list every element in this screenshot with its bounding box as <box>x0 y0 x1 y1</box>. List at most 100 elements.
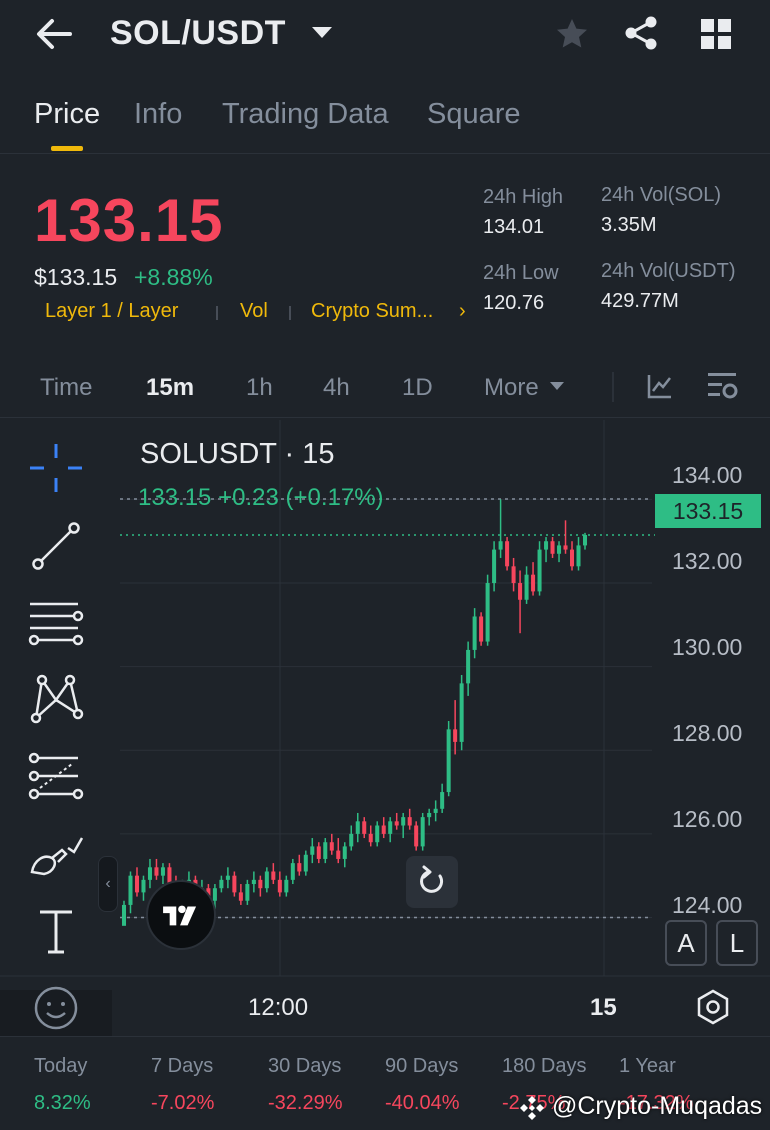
candle-body <box>264 871 269 889</box>
x-tick-label: 12:00 <box>248 994 309 1021</box>
tag-divider <box>289 306 291 320</box>
chart-symbol-title: SOLUSDT · 15 <box>140 438 335 470</box>
pair-dropdown-icon[interactable] <box>312 27 332 38</box>
log-scale-button[interactable]: L <box>716 920 758 966</box>
candle-body <box>251 879 256 885</box>
candle-body <box>336 850 341 859</box>
tag-crypto-summary[interactable]: Crypto Sum... <box>311 300 433 323</box>
share-icon[interactable] <box>622 14 660 52</box>
candle-body <box>134 875 139 893</box>
candle-body <box>576 545 581 567</box>
candle-body <box>531 574 536 592</box>
chart-settings-icon[interactable] <box>706 370 740 402</box>
candle-body <box>121 904 127 926</box>
interval-1d[interactable]: 1D <box>402 374 433 402</box>
fib-retracement-tool-icon[interactable] <box>26 750 86 806</box>
candle-body <box>245 884 250 901</box>
emoji-tool-icon[interactable] <box>26 980 86 1036</box>
candle-body <box>362 821 367 834</box>
perf-30-days: 30 Days -32.29% <box>268 1055 378 1115</box>
tag-divider <box>216 306 218 320</box>
candle-body <box>310 846 315 855</box>
interval-4h[interactable]: 4h <box>323 374 350 402</box>
candle-body <box>498 541 503 550</box>
chart-gear-icon[interactable] <box>694 988 732 1026</box>
perf-today: Today 8.32% <box>34 1055 144 1115</box>
candle-body <box>212 888 217 901</box>
candle-body <box>401 817 406 826</box>
candle-body <box>297 863 302 872</box>
candle-body <box>407 817 412 826</box>
crosshair-tool-icon[interactable] <box>26 440 86 496</box>
tags-more-chevron[interactable]: › <box>459 300 466 323</box>
price-chart[interactable]: SOLUSDT · 15 133.15 +0.23 (+0.17%) 134.0… <box>0 420 770 1036</box>
grid-menu-icon[interactable] <box>700 18 732 50</box>
perf-value: -32.29% <box>268 1092 343 1114</box>
candle-body <box>381 825 386 834</box>
interval-1h[interactable]: 1h <box>246 374 273 402</box>
text-tool-icon[interactable] <box>26 904 86 960</box>
candle-body <box>427 812 432 818</box>
chart-ohlc-legend: 133.15 +0.23 (+0.17%) <box>138 484 384 511</box>
trading-pair-title[interactable]: SOL/USDT <box>110 14 286 53</box>
stat-24h-vol-base-value: 3.35M <box>601 214 657 236</box>
candle-body <box>394 821 399 826</box>
stat-24h-vol-base-label: 24h Vol(SOL) <box>601 184 722 206</box>
candle-body <box>277 879 282 893</box>
candle-body <box>232 875 237 893</box>
candle-body <box>147 867 152 880</box>
binance-logo-icon <box>520 1096 544 1120</box>
tab-info[interactable]: Info <box>134 98 182 131</box>
candle-body <box>303 854 308 872</box>
y-tick-label: 124.00 <box>672 892 743 918</box>
y-tick-label: 128.00 <box>672 720 743 746</box>
candle-body <box>342 846 347 859</box>
trend-line-tool-icon[interactable] <box>26 518 86 574</box>
candle-body <box>238 892 243 901</box>
tradingview-logo-icon[interactable] <box>146 880 216 950</box>
candle-body <box>582 534 588 546</box>
candle-body <box>290 863 295 880</box>
last-price: 133.15 <box>34 187 224 254</box>
candle-body <box>485 583 490 642</box>
auto-scale-button[interactable]: A <box>665 920 707 966</box>
candle-body <box>225 875 230 880</box>
horizontal-lines-tool-icon[interactable] <box>26 596 86 652</box>
indicator-chart-icon[interactable] <box>646 372 674 400</box>
candle-body <box>349 833 354 847</box>
y-tick-label: 132.00 <box>672 548 743 574</box>
usd-price: $133.15 <box>34 264 118 290</box>
candle-body <box>160 867 165 876</box>
perf-label: Today <box>34 1055 88 1077</box>
tab-square[interactable]: Square <box>427 98 521 131</box>
tab-trading-data[interactable]: Trading Data <box>222 98 389 131</box>
pattern-tool-icon[interactable] <box>26 672 86 728</box>
star-icon[interactable] <box>554 16 590 52</box>
top-bar: SOL/USDT <box>0 0 770 70</box>
stat-24h-vol-quote-label: 24h Vol(USDT) <box>601 260 736 282</box>
collapse-toolbar-button[interactable]: ‹ <box>98 856 118 912</box>
interval-more[interactable]: More <box>484 374 539 402</box>
watermark-text: @Crypto-Muqadas <box>552 1092 763 1120</box>
interval-time[interactable]: Time <box>40 374 92 402</box>
back-arrow-icon[interactable] <box>34 16 74 52</box>
tab-price[interactable]: Price <box>34 98 100 131</box>
candle-body <box>323 842 328 859</box>
interval-15m[interactable]: 15m <box>146 374 194 402</box>
candle-body <box>368 833 373 843</box>
reset-chart-icon[interactable] <box>406 856 458 908</box>
perf-value: -40.04% <box>385 1092 460 1114</box>
perf-label: 180 Days <box>502 1055 587 1077</box>
interval-bar: Time 15m 1h 4h 1D More <box>0 360 770 418</box>
candle-body <box>466 649 471 684</box>
candle-body <box>544 541 549 550</box>
more-caret-icon <box>550 382 564 390</box>
candle-body <box>355 821 360 834</box>
candle-body <box>388 821 393 834</box>
brush-tool-icon[interactable] <box>26 828 86 884</box>
tag-layer[interactable]: Layer 1 / Layer <box>45 300 178 323</box>
candle-body <box>258 879 263 889</box>
candle-body <box>479 616 484 642</box>
y-tick-label: 130.00 <box>672 634 743 660</box>
tag-vol[interactable]: Vol <box>240 300 268 323</box>
